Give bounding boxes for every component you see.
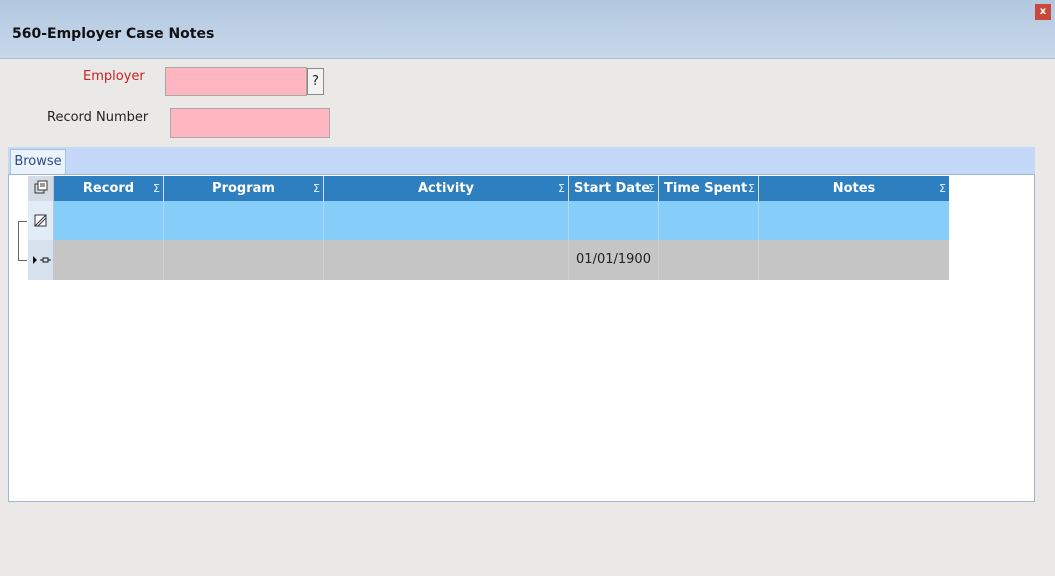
cell-activity[interactable]: [324, 240, 569, 280]
column-header-time-spent[interactable]: Time Spent Σ: [659, 176, 759, 201]
window-title: 560-Employer Case Notes: [12, 26, 215, 42]
filter-editor-button[interactable]: [28, 201, 54, 240]
close-button[interactable]: x: [1035, 4, 1051, 20]
sigma-icon[interactable]: Σ: [648, 176, 655, 201]
column-header-label: Activity: [417, 181, 475, 196]
cell-notes[interactable]: [759, 240, 949, 280]
sigma-icon[interactable]: Σ: [748, 176, 755, 201]
sigma-icon[interactable]: Σ: [939, 176, 946, 201]
sigma-icon[interactable]: Σ: [558, 176, 565, 201]
title-bar: 560-Employer Case Notes x: [0, 0, 1055, 59]
cell-start-date[interactable]: 01/01/1900: [569, 240, 659, 280]
tree-connector: [18, 221, 27, 261]
column-header-program[interactable]: Program Σ: [164, 176, 324, 201]
column-header-label: Record: [82, 181, 135, 196]
tab-strip: [8, 147, 1035, 174]
filter-cell-activity[interactable]: [324, 201, 569, 240]
row-indicator[interactable]: [28, 240, 54, 280]
record-number-field[interactable]: [170, 108, 330, 138]
column-header-record[interactable]: Record Σ: [54, 176, 164, 201]
sigma-icon[interactable]: Σ: [313, 176, 320, 201]
sigma-icon[interactable]: Σ: [153, 176, 160, 201]
cell-program[interactable]: [164, 240, 324, 280]
column-header-label: Program: [212, 181, 275, 196]
filter-cell-start-date[interactable]: [569, 201, 659, 240]
column-chooser-button[interactable]: [28, 176, 54, 201]
cell-record[interactable]: [54, 240, 164, 280]
employer-lookup-button[interactable]: ?: [307, 68, 324, 95]
row-pointer-icon: [33, 256, 51, 264]
column-chooser-icon: [34, 180, 48, 194]
column-header-label: Start Date: [574, 181, 651, 196]
filter-cell-time-spent[interactable]: [659, 201, 759, 240]
filter-cell-notes[interactable]: [759, 201, 949, 240]
column-header-label: Notes: [832, 181, 876, 196]
column-header-activity[interactable]: Activity Σ: [324, 176, 569, 201]
column-header-start-date[interactable]: Start Date Σ: [569, 176, 659, 201]
employer-field[interactable]: [165, 67, 307, 96]
column-header-label: Time Spent: [664, 181, 748, 196]
employer-label: Employer: [83, 69, 145, 84]
record-number-label: Record Number: [47, 110, 149, 125]
filter-cell-program[interactable]: [164, 201, 324, 240]
cell-time-spent[interactable]: [659, 240, 759, 280]
column-header-notes[interactable]: Notes Σ: [759, 176, 949, 201]
filter-cell-record[interactable]: [54, 201, 164, 240]
filter-editor-icon: [34, 214, 47, 227]
tab-browse[interactable]: Browse: [10, 149, 66, 175]
